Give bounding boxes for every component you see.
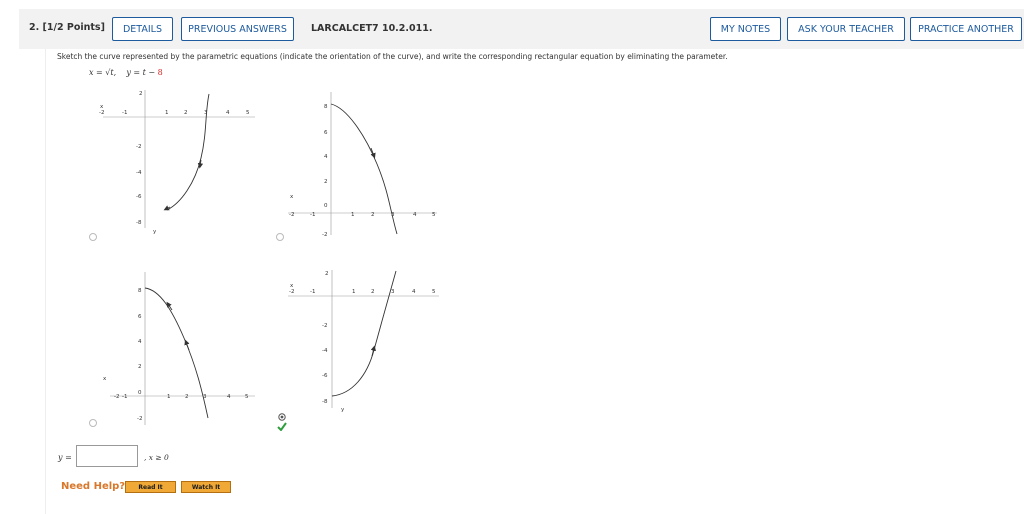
- y-axis-label: y: [341, 407, 345, 413]
- y-tick: 8: [138, 288, 142, 294]
- x-tick: 4: [413, 212, 417, 218]
- question-id: LARCALCET7 10.2.011.: [311, 23, 433, 34]
- x-tick: -1: [310, 212, 315, 218]
- x-tick: -2: [99, 110, 104, 116]
- graph-option-a: x -2 -1 1 2 3 4 5 2 -2 -4 -6 -8 y: [99, 90, 255, 235]
- radio-option-b[interactable]: [276, 233, 284, 241]
- y-tick: 2: [138, 364, 142, 370]
- x-tick: 1: [351, 212, 355, 218]
- answer-prefix: y =: [58, 453, 72, 462]
- y-tick: -6: [136, 194, 142, 200]
- y-tick: 6: [324, 130, 328, 136]
- correct-check-icon: [277, 422, 287, 431]
- x-axis-label: x: [290, 194, 294, 200]
- answer-condition: , x ≥ 0: [144, 453, 169, 462]
- y-constant: 8: [157, 68, 163, 77]
- y-axis-label: y: [153, 229, 157, 235]
- x-tick: 5: [432, 289, 436, 295]
- curve: [331, 270, 397, 397]
- x-tick: 4: [226, 110, 230, 116]
- x-tick: 2: [185, 394, 189, 400]
- y-tick: 4: [138, 339, 142, 345]
- radio-option-a[interactable]: [89, 233, 97, 241]
- y-tick: 6: [138, 314, 142, 320]
- y-equation: y = t −: [126, 68, 156, 77]
- parametric-equations: x = √t, y = t − 8: [89, 68, 163, 77]
- radio-option-c[interactable]: [89, 419, 97, 427]
- y-tick: -8: [322, 399, 328, 405]
- y-tick: 0: [324, 203, 328, 209]
- x-tick: -2: [114, 394, 119, 400]
- details-button[interactable]: DETAILS: [112, 17, 173, 41]
- x-tick: 2: [371, 289, 375, 295]
- graph-option-d: x -2 -1 1 2 3 4 5 2 -2 -4 -6 -8 y: [288, 270, 439, 413]
- instruction-text: Sketch the curve represented by the para…: [57, 52, 728, 61]
- y-tick: -2: [137, 416, 142, 422]
- x-axis-label: x: [103, 376, 107, 382]
- x-tick: 4: [412, 289, 416, 295]
- graph-option-b: x -2 -1 1 2 3 4 5 8 6 4 2 0 -2: [288, 92, 437, 238]
- x-tick: 1: [167, 394, 171, 400]
- curve: [166, 93, 210, 211]
- x-tick: 4: [227, 394, 231, 400]
- y-tick: 4: [324, 154, 328, 160]
- y-tick: -4: [322, 348, 328, 354]
- x-tick: -1: [122, 110, 127, 116]
- x-tick: 2: [371, 212, 375, 218]
- practice-another-button[interactable]: PRACTICE ANOTHER: [910, 17, 1022, 41]
- curve: [330, 103, 398, 235]
- y-tick: -2: [322, 323, 327, 329]
- ask-your-teacher-button[interactable]: ASK YOUR TEACHER: [787, 17, 905, 41]
- y-tick: -2: [322, 232, 327, 238]
- y-tick: 2: [139, 91, 143, 97]
- x-tick: 1: [165, 110, 169, 116]
- orientation-arrow: [184, 339, 190, 351]
- x-tick: 5: [245, 394, 249, 400]
- x-tick: 2: [184, 110, 188, 116]
- x-tick: -2: [289, 212, 294, 218]
- x-tick: -1: [310, 289, 315, 295]
- x-tick: 5: [432, 212, 436, 218]
- y-tick: -8: [136, 220, 142, 226]
- y-tick: 2: [325, 271, 329, 277]
- my-notes-button[interactable]: MY NOTES: [710, 17, 781, 41]
- need-help-label: Need Help?: [61, 481, 126, 492]
- read-it-button[interactable]: Read It: [125, 481, 176, 493]
- y-tick: -6: [322, 373, 328, 379]
- y-tick: -4: [136, 170, 142, 176]
- x-tick: 5: [246, 110, 250, 116]
- x-tick: 3: [391, 289, 395, 295]
- selected-radio-icon[interactable]: [278, 413, 286, 421]
- y-tick: -2: [136, 144, 141, 150]
- x-tick: -1: [122, 394, 127, 400]
- question-number: 2. [1/2 Points]: [29, 22, 105, 33]
- graph-option-c: x -2 -1 1 2 3 4 5 8 6 4 2 0 -2: [103, 272, 255, 425]
- y-tick: 8: [324, 104, 328, 110]
- curve: [144, 287, 209, 419]
- watch-it-button[interactable]: Watch It: [181, 481, 231, 493]
- x-tick: 1: [352, 289, 356, 295]
- y-tick: 0: [138, 390, 142, 396]
- y-tick: 2: [324, 179, 328, 185]
- x-equation: x = √t,: [89, 68, 117, 77]
- previous-answers-button[interactable]: PREVIOUS ANSWERS: [181, 17, 294, 41]
- answer-input[interactable]: [76, 445, 138, 467]
- x-tick: -2: [289, 289, 294, 295]
